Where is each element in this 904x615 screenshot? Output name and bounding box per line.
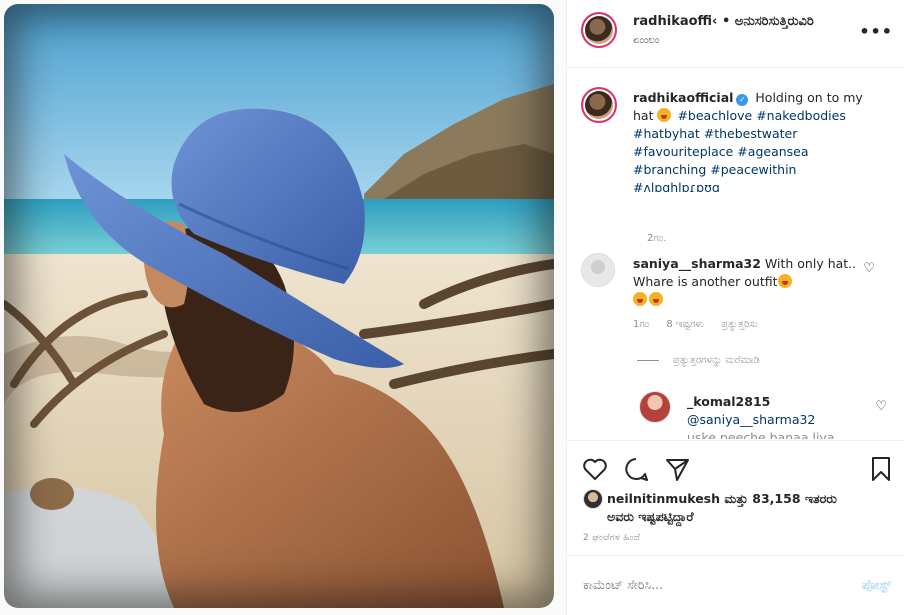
reply-text: _komal2815 @saniya__sharma32 uske peeche… xyxy=(687,393,867,439)
header-username-row: radhikaoffi‹ • ಅನುಸರಿಸುತ್ತಿರುವಿರಿ xyxy=(633,14,814,29)
reply-avatar[interactable] xyxy=(639,391,671,423)
commenter-username[interactable]: saniya__sharma32 xyxy=(633,256,761,271)
caption-hashtags-3[interactable]: #favouriteplace #ageansea xyxy=(633,144,809,159)
laugh-emoji-icon xyxy=(649,292,663,306)
laugh-emoji-icon xyxy=(633,292,647,306)
more-horizontal-icon[interactable]: ••• xyxy=(859,22,893,41)
caption-text: radhikaofficial ✓ Holding on to my hat #b… xyxy=(633,89,883,197)
likes-text: neilnitinmukesh ಮತ್ತು 83,158 ಇತರರು ಅವರು … xyxy=(607,490,897,526)
post-timestamp[interactable]: 2 ಘಂಟೆಗಳ ಹಿಂದೆ xyxy=(583,533,640,543)
liker-username[interactable]: neilnitinmukesh xyxy=(607,491,720,506)
add-comment-bar: ಪೋಸ್ಟ್ xyxy=(567,557,904,615)
caption-hashtags-4[interactable]: #branching #peacewithin xyxy=(633,162,796,177)
instagram-post-view: radhikaoffi‹ • ಅನುಸರಿಸುತ್ತಿರುವಿರಿ ಏಂಂಲಂ … xyxy=(0,0,904,615)
comment-text: saniya__sharma32 With only hat.. Whare i… xyxy=(633,255,861,309)
post-sidebar: radhikaoffi‹ • ಅನುಸರಿಸುತ್ತಿರುವಿರಿ ಏಂಂಲಂ … xyxy=(566,0,904,615)
reply-like-heart-icon[interactable]: ♡ xyxy=(875,399,887,414)
liker-avatar[interactable] xyxy=(583,489,603,509)
scream-emoji-icon xyxy=(777,274,792,288)
comment-likes[interactable]: 8 ಇಷ್ಟಗಳು xyxy=(666,319,704,330)
share-icon[interactable] xyxy=(663,455,691,483)
verified-badge-icon: ✓ xyxy=(736,94,749,106)
photo-pane xyxy=(0,0,566,615)
reply-mention[interactable]: @saniya__sharma32 xyxy=(687,412,815,427)
comments-list[interactable]: radhikaofficial ✓ Holding on to my hat #b… xyxy=(567,69,904,439)
post-header: radhikaoffi‹ • ಅನುಸರಿಸುತ್ತಿರುವಿರಿ ಏಂಂಲಂ … xyxy=(567,0,904,68)
comment-icon[interactable] xyxy=(622,455,650,483)
caption-hashtags-5[interactable]: #ʌlɒɑhlɒɾɒʊɑ xyxy=(633,180,720,195)
hide-replies-button[interactable]: ಪ್ರತ್ಯುತ್ತರಗಳನ್ನು ಮರೆಮಾಡಿ xyxy=(637,355,760,366)
header-username[interactable]: radhikaoffi‹ xyxy=(633,14,717,29)
header-location[interactable]: ಏಂಂಲಂ xyxy=(633,35,659,46)
monkey-emoji-icon xyxy=(657,108,672,122)
comment-time[interactable]: 1ಗಂ xyxy=(633,319,649,330)
likes-count[interactable]: ಮತ್ತು 83,158 ಇತರರು xyxy=(724,491,836,506)
caption-avatar[interactable] xyxy=(581,87,617,123)
comment-body-1: With only xyxy=(764,256,824,271)
caption-hashtags-2[interactable]: #hatbyhat #thebestwater xyxy=(633,126,797,141)
likes-suffix: ಅವರು ಇಷ್ಟಪಟ್ಟಿದ್ದಾರೆ xyxy=(607,509,694,524)
post-photo[interactable] xyxy=(4,4,554,608)
commenter-avatar[interactable] xyxy=(581,253,615,287)
comment-input[interactable] xyxy=(583,577,803,592)
post-actions: neilnitinmukesh ಮತ್ತು 83,158 ಇತರರು ಅವರು … xyxy=(567,440,904,556)
heart-icon[interactable] xyxy=(581,455,609,483)
reply-username[interactable]: _komal2815 xyxy=(687,394,770,409)
bookmark-icon[interactable] xyxy=(867,455,895,483)
caption-timestamp[interactable]: 2ಗಂ. xyxy=(647,233,666,244)
caption-hashtags-1[interactable]: #beachlove #nakedbodies xyxy=(677,108,845,123)
beach-photo-illustration xyxy=(4,4,554,608)
comment-meta: 1ಗಂ 8 ಇಷ್ಟಗಳು ಪ್ರತ್ಯುತ್ತರಿಸು xyxy=(633,319,772,330)
reply-body: uske peeche banaa liya xyxy=(687,430,835,439)
following-status[interactable]: • ಅನುಸರಿಸುತ್ತಿರುವಿರಿ xyxy=(722,14,814,29)
post-comment-button[interactable]: ಪೋಸ್ಟ್ xyxy=(862,577,891,593)
reply-button[interactable]: ಪ್ರತ್ಯುತ್ತರಿಸು xyxy=(721,319,758,330)
caption-username[interactable]: radhikaofficial xyxy=(633,90,733,105)
comment-like-heart-icon[interactable]: ♡ xyxy=(863,261,875,276)
author-avatar[interactable] xyxy=(581,12,617,48)
